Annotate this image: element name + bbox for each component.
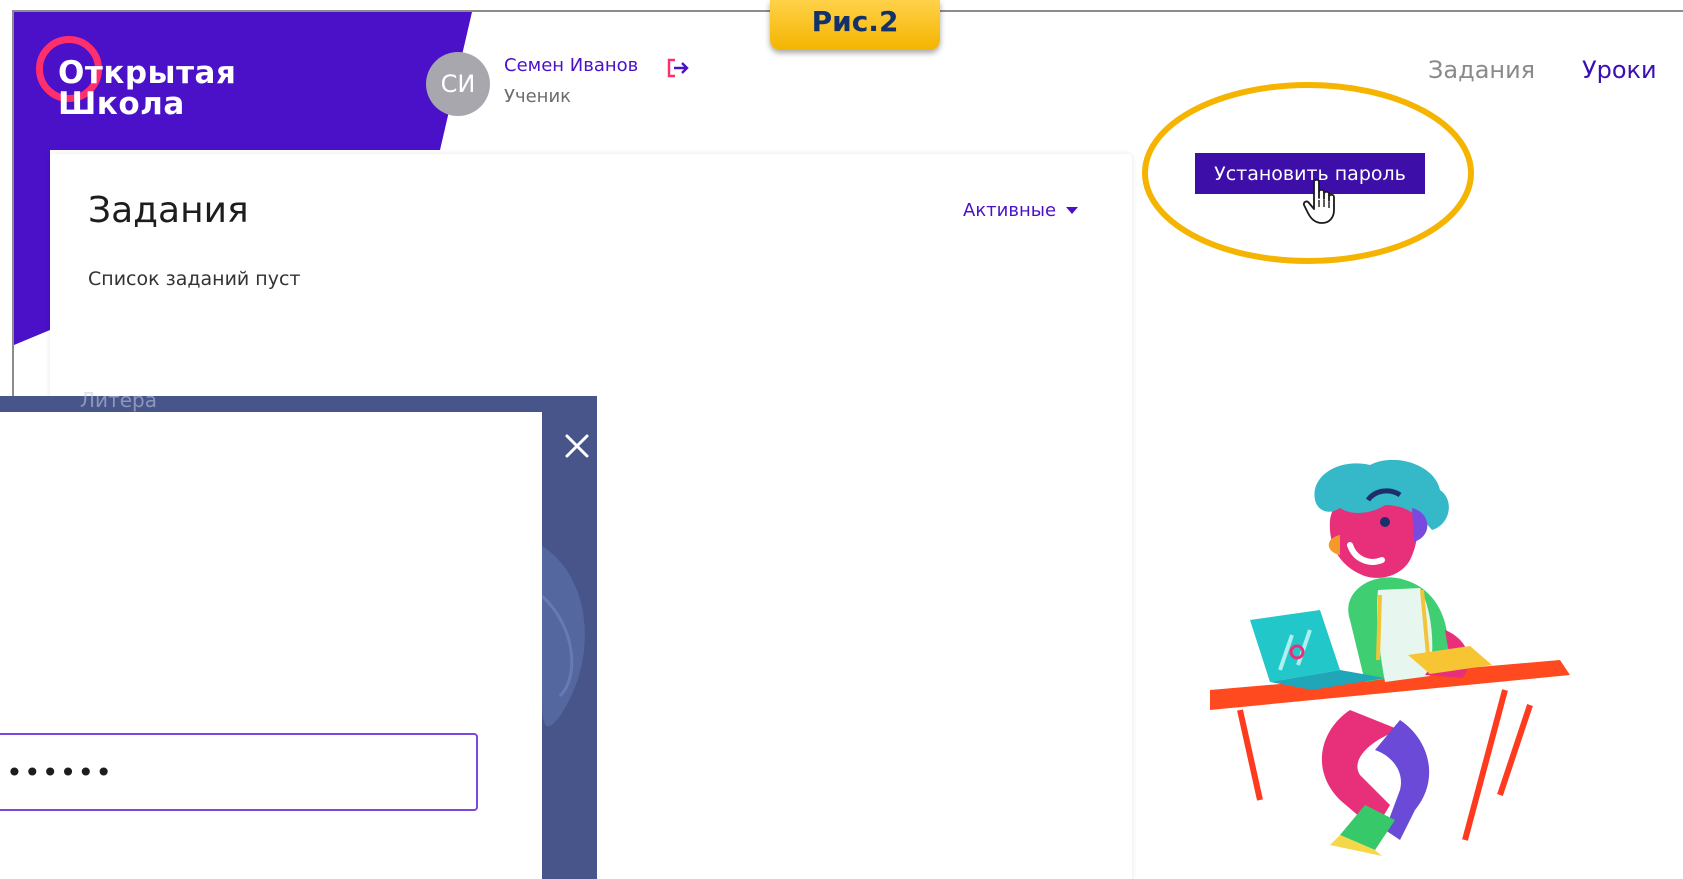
filter-label: Активные bbox=[963, 200, 1057, 221]
nav-lessons-link[interactable]: Уроки bbox=[1582, 56, 1657, 84]
logout-icon[interactable] bbox=[666, 57, 690, 79]
password-input[interactable] bbox=[0, 733, 478, 811]
logo-line-2: Школа bbox=[58, 86, 185, 122]
figure-tag: Рис.2 bbox=[770, 0, 940, 50]
user-name[interactable]: Семен Иванов bbox=[504, 55, 638, 76]
user-role: Ученик bbox=[504, 86, 572, 107]
empty-state-message: Список заданий пуст bbox=[88, 268, 301, 290]
page-title: Задания bbox=[88, 190, 249, 231]
close-icon[interactable] bbox=[563, 432, 591, 460]
logo-text: Открытая Школа bbox=[58, 58, 236, 120]
avatar[interactable]: СИ bbox=[426, 52, 490, 116]
status-filter-dropdown[interactable]: Активные bbox=[963, 200, 1079, 221]
logo[interactable]: Открытая Школа bbox=[36, 36, 256, 126]
logo-line-1: Открытая bbox=[58, 55, 237, 91]
caret-down-icon bbox=[1066, 207, 1079, 214]
student-illustration bbox=[1210, 460, 1570, 856]
frame-border-left bbox=[12, 10, 14, 400]
background-filter-text: Литера bbox=[80, 388, 157, 412]
hand-pointer-icon bbox=[1302, 178, 1335, 224]
